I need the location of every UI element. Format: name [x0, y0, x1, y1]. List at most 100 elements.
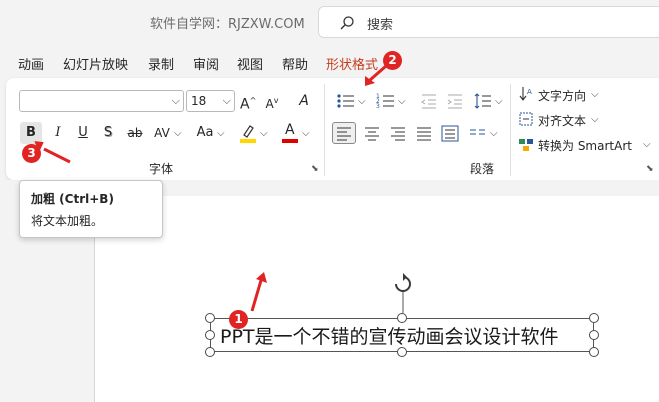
- resize-handle-top-right[interactable]: [589, 313, 599, 323]
- chevron-down-icon: ⌵: [217, 128, 225, 139]
- line-spacing-icon: [474, 93, 491, 109]
- tooltip-title: 加粗 (Ctrl+B): [31, 192, 114, 206]
- char-spacing-button[interactable]: AV: [152, 122, 172, 144]
- font-size-combo[interactable]: 18 ⌵: [186, 90, 235, 112]
- align-right-button[interactable]: [388, 123, 408, 143]
- clear-format-icon: A: [299, 93, 309, 109]
- chevron-down-icon: ⌵: [490, 128, 498, 139]
- bullets-button[interactable]: [336, 92, 356, 110]
- change-case-button[interactable]: Aa: [194, 122, 216, 144]
- increase-indent-button[interactable]: [446, 92, 464, 110]
- group-divider: [510, 84, 511, 176]
- tab-help[interactable]: 帮助: [282, 54, 308, 73]
- line-spacing-button[interactable]: [474, 92, 492, 110]
- shrink-font-button[interactable]: Av: [264, 90, 280, 112]
- ribbon-tabs: 动画 幻灯片放映 录制 审阅 视图 帮助 形状格式: [0, 44, 659, 78]
- tab-view[interactable]: 视图: [237, 54, 263, 73]
- smartart-label: 转换为 SmartArt: [538, 139, 632, 153]
- chevron-down-icon: ⌵: [260, 128, 268, 139]
- resize-handle-top-left[interactable]: [205, 313, 215, 323]
- search-box[interactable]: 搜索: [318, 6, 659, 38]
- decrease-indent-icon: [421, 94, 436, 109]
- font-group-label: 字体: [149, 162, 174, 176]
- chevron-down-icon: ⌵: [591, 114, 599, 125]
- annotation-badge-3: 3: [22, 144, 41, 163]
- align-center-button[interactable]: [362, 123, 382, 143]
- highlight-button[interactable]: [238, 122, 258, 144]
- tab-record[interactable]: 录制: [148, 54, 174, 73]
- resize-handle-left[interactable]: [205, 330, 215, 340]
- decrease-indent-button[interactable]: [420, 92, 438, 110]
- align-text-icon: [519, 112, 533, 126]
- convert-smartart-button[interactable]: 转换为 SmartArt ⌵: [518, 135, 653, 155]
- numbered-list-icon: 123: [376, 93, 394, 110]
- font-color-swatch: [282, 139, 298, 143]
- columns-icon: [470, 129, 485, 135]
- font-name-combo[interactable]: ⌵: [19, 90, 184, 112]
- chevron-down-icon: ⌵: [643, 139, 651, 150]
- align-left-button[interactable]: [332, 122, 356, 144]
- align-left-icon: [337, 127, 351, 141]
- font-color-glyph: A: [285, 122, 295, 138]
- chevron-down-icon: ⌵: [591, 89, 599, 100]
- distributed-button[interactable]: [440, 123, 460, 143]
- bold-button[interactable]: B: [20, 122, 42, 144]
- tab-shape-format[interactable]: 形状格式: [326, 54, 378, 73]
- resize-handle-right[interactable]: [589, 330, 599, 340]
- resize-handle-bottom-right[interactable]: [589, 347, 599, 357]
- slide-canvas[interactable]: [94, 196, 659, 402]
- highlighter-icon: [240, 125, 256, 143]
- dialog-launcher-icon[interactable]: ⬊: [646, 164, 654, 174]
- smartart-icon: [519, 139, 533, 151]
- site-watermark: 软件自学网：RJZXW.COM: [150, 17, 305, 32]
- tab-review[interactable]: 审阅: [193, 54, 219, 73]
- grow-font-icon: A: [240, 96, 250, 113]
- font-size-value: 18: [191, 94, 207, 108]
- chevron-down-icon: ⌵: [495, 96, 503, 107]
- resize-handle-bottom-left[interactable]: [205, 347, 215, 357]
- tab-slideshow[interactable]: 幻灯片放映: [63, 54, 128, 73]
- grow-font-button[interactable]: A^: [240, 90, 256, 113]
- distributed-icon: [441, 125, 459, 142]
- align-right-icon: [391, 127, 405, 141]
- tooltip-description: 将文本加粗。: [31, 214, 104, 228]
- chevron-down-icon: ⌵: [358, 96, 366, 107]
- shadow-button[interactable]: S: [100, 122, 116, 144]
- search-label: 搜索: [367, 18, 394, 33]
- clear-format-button[interactable]: A: [294, 90, 314, 112]
- search-icon: [340, 16, 354, 30]
- bold-tooltip: 加粗 (Ctrl+B) 将文本加粗。: [19, 180, 163, 238]
- italic-button[interactable]: I: [50, 122, 66, 144]
- font-color-button[interactable]: A: [280, 122, 300, 144]
- dialog-launcher-icon[interactable]: ⬊: [311, 164, 319, 174]
- numbering-button[interactable]: 123: [376, 92, 396, 110]
- justify-button[interactable]: [414, 123, 434, 143]
- align-text-label: 对齐文本: [538, 114, 587, 128]
- underline-button[interactable]: U: [75, 122, 91, 144]
- chevron-down-icon: ⌵: [174, 128, 182, 139]
- strikethrough-button[interactable]: ab: [124, 122, 146, 144]
- text-direction-icon: A: [519, 87, 532, 101]
- rotate-icon: [395, 273, 411, 313]
- text-direction-label: 文字方向: [538, 89, 587, 103]
- columns-button[interactable]: [468, 123, 488, 143]
- svg-text:3: 3: [376, 103, 380, 110]
- chevron-down-icon: ⌵: [398, 96, 406, 107]
- align-center-icon: [365, 127, 379, 141]
- tab-animation[interactable]: 动画: [18, 54, 44, 73]
- annotation-badge-2: 2: [383, 51, 402, 70]
- shrink-font-icon: A: [265, 97, 274, 111]
- align-text-button[interactable]: 对齐文本 ⌵: [518, 110, 604, 130]
- title-bar: 软件自学网：RJZXW.COM 搜索: [0, 0, 659, 44]
- resize-handle-bottom[interactable]: [397, 347, 407, 357]
- chevron-down-icon: ⌵: [171, 94, 180, 107]
- justify-icon: [417, 127, 431, 141]
- chevron-down-icon: ⌵: [302, 128, 310, 139]
- paragraph-group-label: 段落: [470, 162, 495, 176]
- textbox-text[interactable]: PPT是一个不错的宣传动画会议设计软件: [220, 322, 559, 349]
- group-divider: [324, 84, 325, 176]
- rotate-handle[interactable]: [391, 272, 415, 318]
- bullet-list-icon: [337, 94, 354, 108]
- svg-text:A: A: [527, 88, 532, 96]
- text-direction-button[interactable]: A 文字方向 ⌵: [518, 85, 604, 105]
